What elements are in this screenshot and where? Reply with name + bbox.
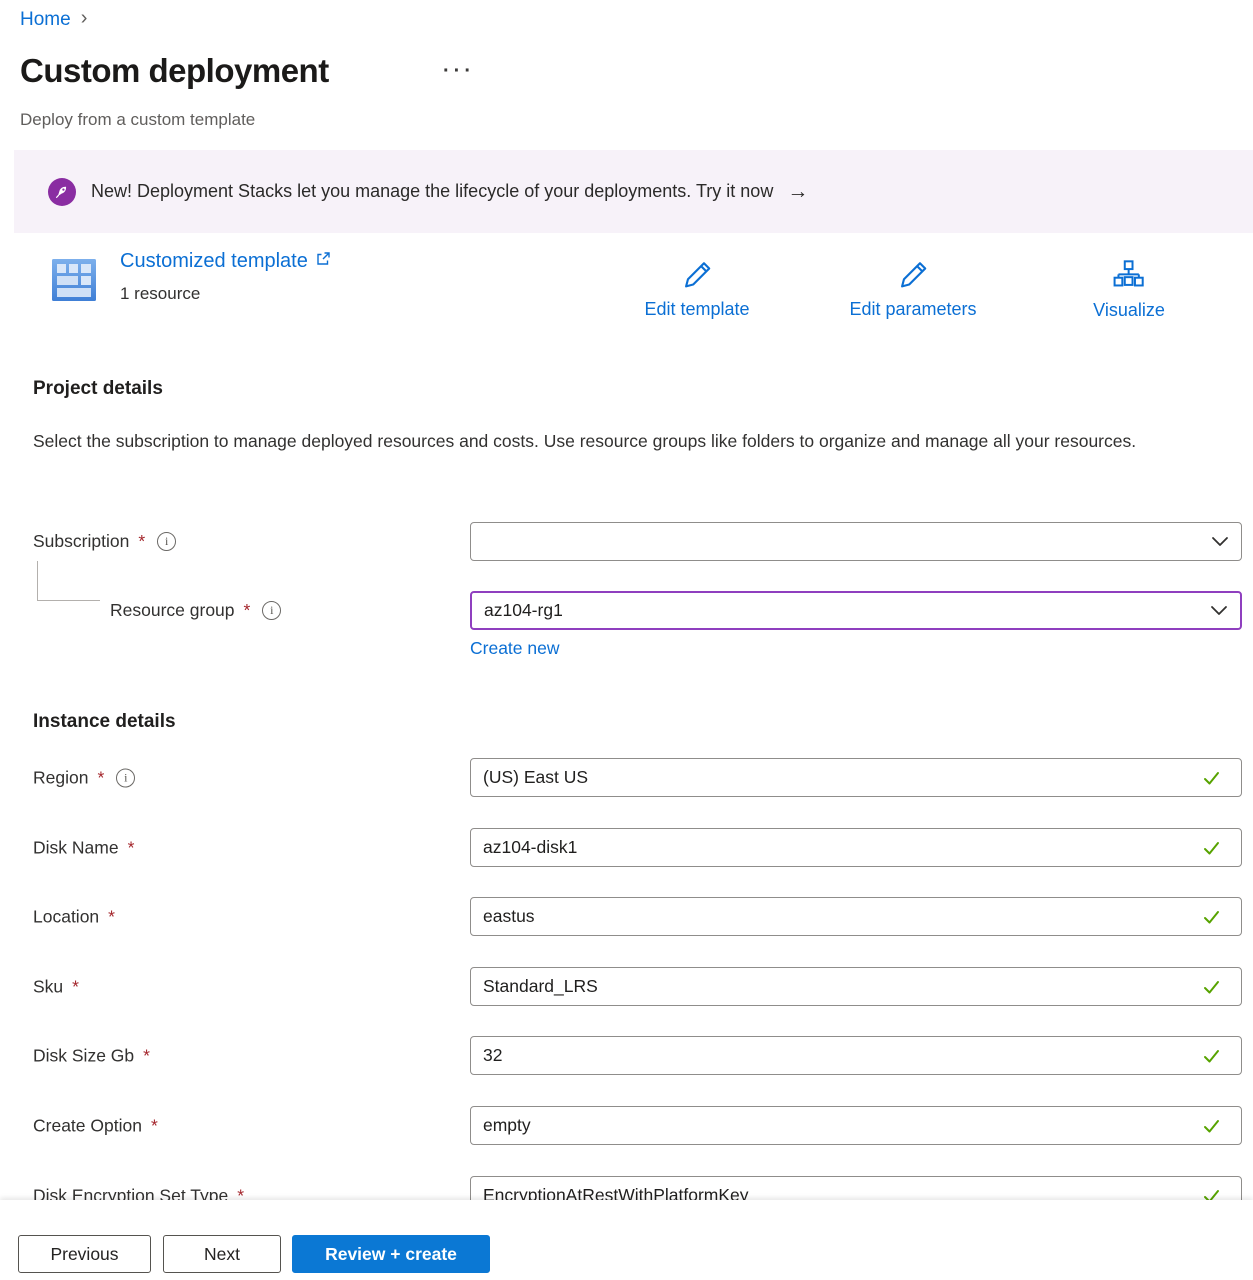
tree-connector [37, 600, 100, 601]
create-option-input[interactable]: empty [470, 1106, 1242, 1145]
edit-template-label: Edit template [644, 299, 749, 320]
region-input[interactable]: (US) East US [470, 758, 1242, 797]
disk-size-label: Disk Size Gb * [33, 1045, 150, 1066]
location-label: Location * [33, 906, 115, 927]
visualize-label: Visualize [1093, 300, 1165, 321]
info-icon[interactable]: i [262, 601, 281, 620]
edit-parameters-action[interactable]: Edit parameters [849, 260, 976, 320]
required-asterisk: * [128, 837, 135, 858]
valid-check-icon [1203, 1118, 1221, 1134]
page-title: Custom deployment [20, 52, 329, 90]
create-option-label: Create Option * [33, 1115, 158, 1136]
valid-check-icon [1203, 1048, 1221, 1064]
valid-check-icon [1203, 840, 1221, 856]
previous-button[interactable]: Previous [18, 1235, 151, 1273]
edit-template-action[interactable]: Edit template [644, 260, 749, 320]
instance-details-heading: Instance details [33, 711, 176, 733]
more-options-icon[interactable]: ··· [443, 60, 475, 83]
disk-size-row: Disk Size Gb * 32 [0, 1036, 1253, 1075]
location-value: eastus [483, 906, 1203, 927]
required-asterisk: * [244, 600, 251, 621]
create-option-label-text: Create Option [33, 1115, 142, 1136]
review-create-button[interactable]: Review + create [292, 1235, 490, 1273]
disk-name-row: Disk Name * az104-disk1 [0, 828, 1253, 867]
next-button[interactable]: Next [163, 1235, 281, 1273]
banner-message: New! Deployment Stacks let you manage th… [91, 181, 773, 202]
project-details-heading: Project details [33, 378, 163, 400]
valid-check-icon [1203, 909, 1221, 925]
sku-input[interactable]: Standard_LRS [470, 967, 1242, 1006]
disk-name-value: az104-disk1 [483, 837, 1203, 858]
sku-row: Sku * Standard_LRS [0, 967, 1253, 1006]
required-asterisk: * [143, 1045, 150, 1066]
resource-group-value: az104-rg1 [484, 600, 1210, 621]
wizard-footer: Previous Next Review + create [0, 1200, 1253, 1280]
create-option-value: empty [483, 1115, 1203, 1136]
visualize-action[interactable]: Visualize [1093, 260, 1165, 321]
deployment-stacks-banner[interactable]: New! Deployment Stacks let you manage th… [14, 150, 1253, 233]
breadcrumb-home-link[interactable]: Home [20, 9, 71, 31]
disk-size-value: 32 [483, 1045, 1203, 1066]
rocket-icon [48, 178, 76, 206]
location-input[interactable]: eastus [470, 897, 1242, 936]
subscription-label-text: Subscription [33, 531, 129, 552]
chevron-down-icon [1211, 533, 1229, 550]
valid-check-icon [1203, 979, 1221, 995]
required-asterisk: * [151, 1115, 158, 1136]
info-icon[interactable]: i [116, 768, 135, 787]
required-asterisk: * [97, 767, 104, 788]
resource-count: 1 resource [120, 284, 200, 304]
resource-group-dropdown[interactable]: az104-rg1 [470, 591, 1242, 630]
org-chart-icon [1114, 260, 1145, 291]
disk-size-label-text: Disk Size Gb [33, 1045, 134, 1066]
location-row: Location * eastus [0, 897, 1253, 936]
region-row: Region * i (US) East US [0, 758, 1253, 797]
chevron-right-icon: › [81, 8, 88, 31]
subscription-dropdown[interactable] [470, 522, 1242, 561]
region-value: (US) East US [483, 767, 1203, 788]
resource-group-label: Resource group * i [110, 600, 281, 621]
external-link-icon [315, 250, 331, 273]
create-new-link[interactable]: Create new [470, 638, 560, 659]
region-label: Region * i [33, 767, 135, 788]
sku-label: Sku * [33, 976, 79, 997]
resource-group-label-text: Resource group [110, 600, 235, 621]
required-asterisk: * [72, 976, 79, 997]
disk-size-input[interactable]: 32 [470, 1036, 1242, 1075]
tree-connector [37, 561, 38, 601]
pencil-icon [898, 260, 928, 290]
custom-deployment-page: Home › Custom deployment ··· Deploy from… [0, 0, 1253, 1280]
customized-template-link[interactable]: Customized template [120, 250, 331, 273]
required-asterisk: * [108, 906, 115, 927]
subscription-label: Subscription * i [33, 531, 176, 552]
edit-parameters-label: Edit parameters [849, 299, 976, 320]
page-subtitle: Deploy from a custom template [20, 110, 255, 130]
template-icon [50, 256, 98, 304]
breadcrumb: Home › [20, 8, 87, 31]
customized-template-label: Customized template [120, 250, 308, 273]
info-icon[interactable]: i [157, 532, 176, 551]
sku-value: Standard_LRS [483, 976, 1203, 997]
valid-check-icon [1203, 770, 1221, 786]
disk-name-label: Disk Name * [33, 837, 134, 858]
disk-name-input[interactable]: az104-disk1 [470, 828, 1242, 867]
pencil-icon [682, 260, 712, 290]
location-label-text: Location [33, 906, 99, 927]
arrow-right-icon[interactable]: → [787, 180, 808, 204]
project-details-description: Select the subscription to manage deploy… [33, 426, 1193, 457]
create-option-row: Create Option * empty [0, 1106, 1253, 1145]
chevron-down-icon [1210, 602, 1228, 619]
required-asterisk: * [138, 531, 145, 552]
disk-name-label-text: Disk Name [33, 837, 119, 858]
sku-label-text: Sku [33, 976, 63, 997]
region-label-text: Region [33, 767, 88, 788]
